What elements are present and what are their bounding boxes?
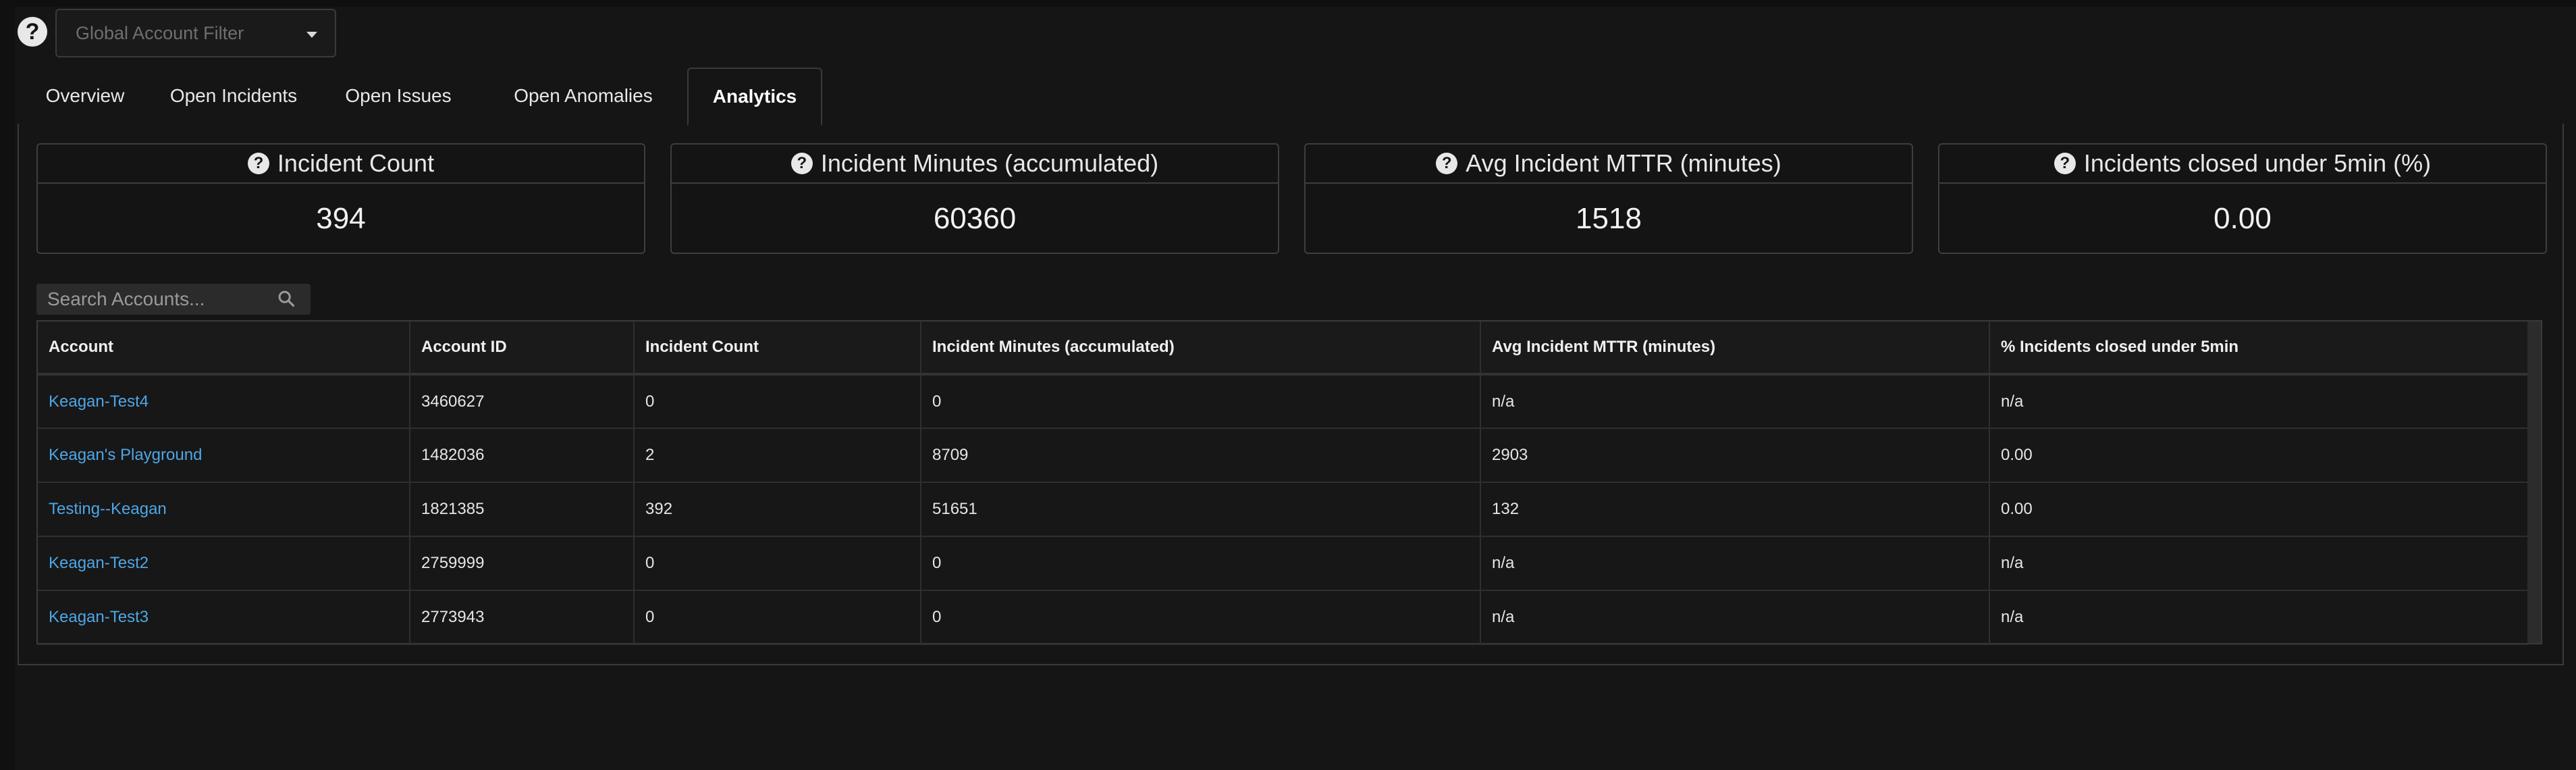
accounts-table: Account Account ID Incident Count Incide…	[36, 320, 2542, 645]
mttr-cell: 2903	[1480, 428, 1990, 483]
mttr-cell: n/a	[1480, 590, 1990, 645]
global-account-filter-dropdown[interactable]: Global Account Filter	[55, 9, 336, 57]
search-accounts	[36, 284, 311, 315]
left-edge	[0, 0, 15, 770]
account-id-cell: 3460627	[410, 374, 635, 429]
metric-card-avg-mttr: ? Avg Incident MTTR (minutes) 1518	[1304, 143, 1913, 254]
help-icon[interactable]: ?	[247, 153, 269, 174]
metric-card-incident-minutes: ? Incident Minutes (accumulated) 60360	[670, 143, 1279, 254]
table-row: Keagan's Playground 1482036 2 8709 2903 …	[38, 428, 2529, 483]
help-icon[interactable]: ?	[790, 153, 813, 174]
metric-title: Incident Count	[277, 149, 435, 177]
account-id-cell: 1482036	[410, 428, 635, 483]
metric-card-incident-count: ? Incident Count 394	[36, 143, 645, 254]
table-row: Keagan-Test2 2759999 0 0 n/a n/a	[38, 536, 2529, 591]
tab-label: Overview	[45, 85, 125, 106]
help-icon[interactable]: ?	[18, 17, 47, 47]
mttr-cell: n/a	[1480, 374, 1990, 429]
chevron-down-icon	[306, 32, 317, 38]
incident-count-cell: 2	[634, 428, 921, 483]
table-row: Keagan-Test3 2773943 0 0 n/a n/a	[38, 590, 2529, 645]
metric-value: 60360	[933, 202, 1017, 235]
table-row: Testing--Keagan 1821385 392 51651 132 0.…	[38, 482, 2529, 537]
pct-under-5min-cell: n/a	[1989, 374, 2529, 429]
account-id-cell: 1821385	[410, 482, 635, 537]
account-id-cell: 2773943	[410, 590, 635, 645]
search-icon[interactable]	[277, 289, 296, 308]
incident-minutes-cell: 51651	[921, 482, 1481, 537]
incident-count-cell: 0	[634, 536, 921, 591]
incident-minutes-cell: 0	[921, 374, 1481, 429]
incident-count-cell: 0	[634, 590, 921, 645]
account-id-cell: 2759999	[410, 536, 635, 591]
metric-card-header: ? Incident Minutes (accumulated)	[672, 145, 1278, 184]
pct-under-5min-cell: n/a	[1989, 536, 2529, 591]
incident-count-cell: 0	[634, 374, 921, 429]
account-link[interactable]: Keagan's Playground	[38, 428, 410, 483]
tab-label: Open Issues	[345, 85, 452, 106]
metric-title: Incidents closed under 5min (%)	[2083, 149, 2432, 177]
tab-open-anomalies[interactable]: Open Anomalies	[482, 68, 685, 124]
account-link[interactable]: Keagan-Test3	[38, 590, 410, 645]
metric-value: 0.00	[2213, 202, 2272, 235]
tab-label: Open Incidents	[169, 85, 298, 106]
metric-value: 394	[316, 202, 366, 235]
table-row: Keagan-Test4 3460627 0 0 n/a n/a	[38, 374, 2529, 429]
column-header-account-id[interactable]: Account ID	[410, 322, 635, 376]
column-header-account[interactable]: Account	[38, 322, 410, 376]
column-header-avg-mttr[interactable]: Avg Incident MTTR (minutes)	[1480, 322, 1990, 376]
mttr-cell: 132	[1480, 482, 1990, 537]
tab-label: Analytics	[712, 86, 797, 107]
incident-minutes-cell: 0	[921, 536, 1481, 591]
metric-card-header: ? Incident Count	[38, 145, 644, 184]
search-input[interactable]	[47, 288, 270, 310]
incident-minutes-cell: 0	[921, 590, 1481, 645]
help-icon[interactable]: ?	[2054, 153, 2076, 174]
tab-bar: Overview Open Incidents Open Issues Open…	[18, 68, 2564, 126]
metric-title: Avg Incident MTTR (minutes)	[1466, 149, 1781, 177]
account-link[interactable]: Keagan-Test4	[38, 374, 410, 429]
tab-label: Open Anomalies	[514, 85, 653, 106]
tab-analytics[interactable]: Analytics	[687, 68, 822, 126]
metric-title: Incident Minutes (accumulated)	[820, 149, 1159, 177]
tab-open-incidents[interactable]: Open Incidents	[153, 68, 315, 124]
incident-minutes-cell: 8709	[921, 428, 1481, 483]
tab-open-issues[interactable]: Open Issues	[315, 68, 482, 124]
pct-under-5min-cell: 0.00	[1989, 428, 2529, 483]
table-header-row: Account Account ID Incident Count Incide…	[38, 322, 2529, 376]
help-icon[interactable]: ?	[1436, 153, 1458, 174]
tab-overview[interactable]: Overview	[18, 68, 153, 124]
column-header-incident-count[interactable]: Incident Count	[634, 322, 921, 376]
column-header-pct-under-5min[interactable]: % Incidents closed under 5min	[1989, 322, 2529, 376]
table-scrollbar[interactable]	[2527, 322, 2541, 643]
top-edge	[0, 0, 2576, 7]
account-link[interactable]: Keagan-Test2	[38, 536, 410, 591]
column-header-incident-minutes[interactable]: Incident Minutes (accumulated)	[921, 322, 1481, 376]
metric-value: 1518	[1576, 202, 1642, 235]
pct-under-5min-cell: 0.00	[1989, 482, 2529, 537]
incident-count-cell: 392	[634, 482, 921, 537]
metric-card-header: ? Avg Incident MTTR (minutes)	[1306, 145, 1912, 184]
metric-card-closed-under-5min: ? Incidents closed under 5min (%) 0.00	[1938, 143, 2547, 254]
pct-under-5min-cell: n/a	[1989, 590, 2529, 645]
account-link[interactable]: Testing--Keagan	[38, 482, 410, 537]
mttr-cell: n/a	[1480, 536, 1990, 591]
global-account-filter-placeholder: Global Account Filter	[76, 22, 244, 43]
metric-card-header: ? Incidents closed under 5min (%)	[1939, 145, 2546, 184]
